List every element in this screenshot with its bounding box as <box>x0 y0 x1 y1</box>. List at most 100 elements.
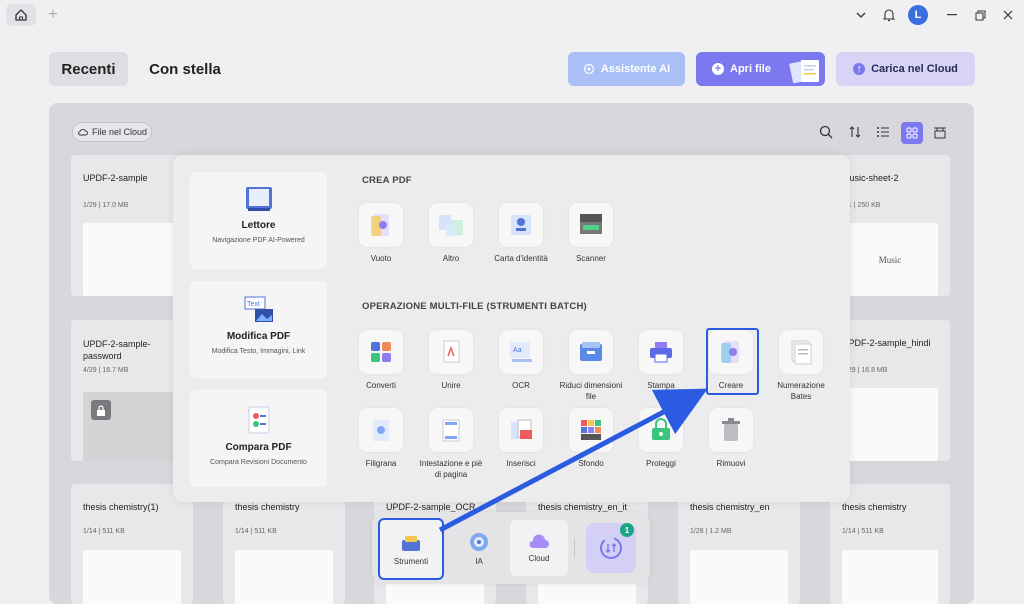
restore-icon[interactable] <box>972 4 988 26</box>
ocr-icon: Aa <box>499 330 543 374</box>
list-view-icon[interactable] <box>873 122 893 142</box>
file-name: UPDF-2-sample <box>83 173 148 183</box>
file-card[interactable]: thesis chemistry 1/14 | 511 KB <box>830 484 950 604</box>
tool-label: OCR <box>512 381 530 390</box>
tool-background[interactable]: Sfondo <box>556 408 626 469</box>
tool-print[interactable]: Stampa <box>626 330 696 391</box>
tool-label: Stampa <box>647 381 675 390</box>
tool-merge[interactable]: Unire <box>416 330 486 391</box>
file-meta: 1/29 | 17.0 MB <box>83 202 129 209</box>
convert-icon <box>359 330 403 374</box>
create-pdf-heading: CREA PDF <box>362 175 412 186</box>
compare-pdf-title: Compara PDF <box>225 442 292 453</box>
tool-id-card[interactable]: Carta d'identità <box>486 203 556 264</box>
file-card[interactable]: thesis chemistry 1/14 | 511 KB <box>223 484 345 604</box>
protect-icon <box>639 408 683 452</box>
cloud-files-label: File nel Cloud <box>91 127 148 137</box>
open-file-button[interactable]: + Apri file <box>696 52 825 86</box>
ai-orb-icon <box>470 532 488 551</box>
compare-pdf-card[interactable]: Compara PDF Compara Revisioni Documento <box>190 390 327 487</box>
file-name: UPDF-2-sample_hindi <box>842 338 931 348</box>
file-meta: 1/14 | 511 KB <box>842 528 884 535</box>
cloud-icon <box>78 129 88 136</box>
dock-divider <box>574 538 575 558</box>
dock-tools-label: Strumenti <box>393 556 429 566</box>
edit-pdf-subtitle: Modifica Testo, Immagini, Link <box>211 348 306 355</box>
home-tab[interactable] <box>6 4 36 26</box>
file-meta: 1/14 | 511 KB <box>235 528 277 535</box>
sort-icon[interactable] <box>845 122 865 142</box>
close-icon[interactable] <box>1000 4 1016 26</box>
tab-starred[interactable]: Con stella <box>140 52 230 86</box>
watermark-icon <box>359 408 403 452</box>
title-bar: + L <box>0 0 1024 30</box>
cloud-files-button[interactable]: File nel Cloud <box>72 122 152 142</box>
tool-convert[interactable]: Converti <box>346 330 416 391</box>
search-icon[interactable] <box>816 122 836 142</box>
other-files-icon <box>429 203 473 247</box>
bates-icon <box>779 330 823 374</box>
tool-compress[interactable]: Riduci dimensioni file <box>556 330 626 402</box>
chevron-down-icon[interactable] <box>852 4 870 26</box>
file-name: thesis chemistry <box>235 502 300 512</box>
file-meta: 1/14 | 511 KB <box>83 528 125 535</box>
avatar[interactable]: L <box>908 5 928 25</box>
scanner-icon <box>569 203 613 247</box>
trash-icon <box>709 408 753 452</box>
file-name: thesis chemistry_en_it <box>538 502 628 512</box>
dock-cloud[interactable]: Cloud <box>510 520 568 576</box>
ai-assistant-button[interactable]: Assistente AI <box>568 52 685 86</box>
file-meta: 4/29 | 16.7 MB <box>83 367 129 374</box>
reader-icon <box>245 187 272 211</box>
edit-pdf-card[interactable]: Text Modifica PDF Modifica Testo, Immagi… <box>190 281 327 378</box>
svg-text:Aa: Aa <box>513 347 522 354</box>
tool-label: Riduci dimensioni file <box>559 381 623 401</box>
tool-protect[interactable]: Proteggi <box>626 408 696 469</box>
upload-cloud-label: Carica nel Cloud <box>871 63 958 75</box>
reader-card[interactable]: Lettore Navigazione PDF AI-Powered <box>190 172 327 269</box>
tab-recent[interactable]: Recenti <box>49 52 128 86</box>
tool-insert[interactable]: Inserisci <box>486 408 556 469</box>
tool-label: Intestazione e piè di pagina <box>419 459 483 479</box>
new-tab-button[interactable]: + <box>44 4 62 26</box>
tool-header-footer[interactable]: Intestazione e piè di pagina <box>416 408 486 480</box>
file-card[interactable]: thesis chemistry(1) 1/14 | 511 KB <box>71 484 193 604</box>
insert-icon <box>499 408 543 452</box>
tool-other[interactable]: Altro <box>416 203 486 264</box>
compare-pdf-icon <box>248 406 269 434</box>
toolbox-icon <box>402 535 420 551</box>
tool-label: Vuoto <box>370 254 392 263</box>
tool-bates[interactable]: Numerazione Bates <box>766 330 836 402</box>
svg-text:Text: Text <box>247 301 260 308</box>
tool-watermark[interactable]: Filigrana <box>346 408 416 469</box>
dock-tools[interactable]: Strumenti <box>378 518 444 580</box>
tool-scanner[interactable]: Scanner <box>556 203 626 264</box>
plus-icon: + <box>48 6 58 23</box>
storage-icon[interactable] <box>930 122 950 142</box>
bell-icon[interactable] <box>880 4 898 26</box>
upload-cloud-button[interactable]: ↑ Carica nel Cloud <box>836 52 975 86</box>
reader-subtitle: Navigazione PDF AI-Powered <box>212 237 305 244</box>
minimize-icon[interactable] <box>944 4 960 26</box>
tool-ocr[interactable]: Aa OCR <box>486 330 556 391</box>
tool-label: Unire <box>441 381 461 390</box>
file-thumbnail <box>83 550 181 604</box>
print-icon <box>639 330 683 374</box>
file-name: thesis chemistry(1) <box>83 502 159 512</box>
grid-view-icon[interactable] <box>901 122 923 144</box>
tool-remove[interactable]: Rimuovi <box>696 408 766 469</box>
tool-label: Numerazione Bates <box>777 381 825 401</box>
documents-icon <box>789 60 819 84</box>
edit-pdf-icon: Text <box>244 296 273 322</box>
create-highlight-frame <box>706 328 759 395</box>
id-card-icon <box>499 203 543 247</box>
file-name: UPDF-2-sample_OCR <box>386 502 476 512</box>
batch-heading: OPERAZIONE MULTI-FILE (STRUMENTI BATCH) <box>362 301 587 312</box>
tool-label: Converti <box>366 381 396 390</box>
cloud-icon <box>529 533 549 548</box>
dock-ai[interactable]: IA <box>450 520 508 576</box>
tool-blank[interactable]: Vuoto <box>346 203 416 264</box>
file-thumbnail <box>842 550 938 604</box>
file-thumbnail <box>842 388 938 461</box>
file-card[interactable]: thesis chemistry_en 1/28 | 1.2 MB <box>678 484 800 604</box>
